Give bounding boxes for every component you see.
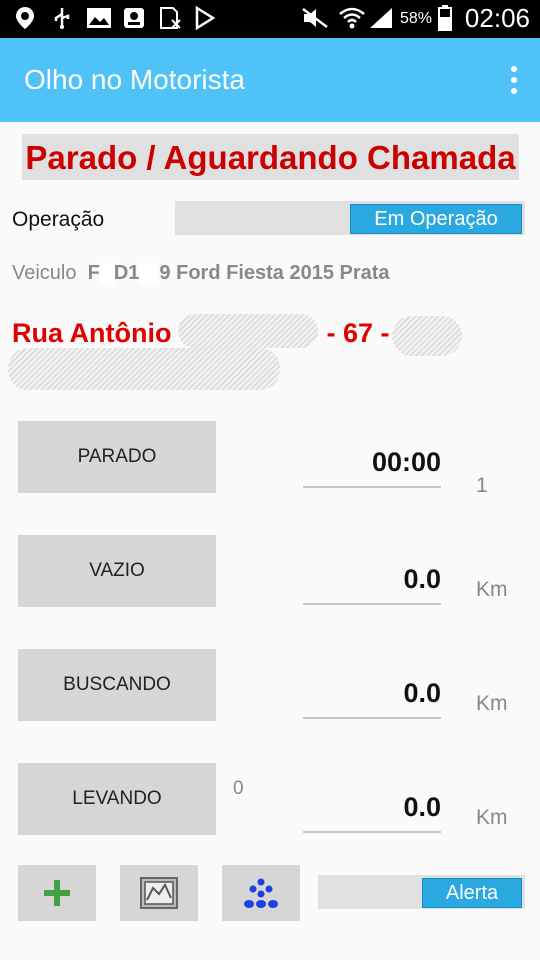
vehicle-label: Veiculo (12, 262, 77, 284)
status-title: Parado / Aguardando Chamada (22, 134, 519, 180)
notification-app-icon (122, 6, 146, 30)
gallery-icon (86, 6, 112, 30)
alert-toggle-thumb: Alerta (422, 878, 522, 908)
vazio-unit: Km (476, 578, 508, 601)
levando-unit: Km (476, 806, 508, 829)
buscando-distance: 0.0 (303, 669, 441, 719)
vazio-button[interactable]: VAZIO (18, 535, 216, 607)
battery-percent: 58% (400, 10, 433, 27)
plus-icon (44, 880, 70, 906)
redaction (139, 262, 160, 285)
levando-distance: 0.0 (303, 783, 441, 833)
clock: 02:06 (464, 3, 530, 33)
levando-count: 0 (233, 778, 244, 799)
mute-icon (300, 6, 330, 30)
plate-part-2: D1 (113, 262, 140, 284)
redaction-scribble (8, 348, 280, 390)
sim-icon (158, 6, 182, 30)
redaction (99, 262, 114, 285)
battery-icon (438, 5, 452, 31)
operation-toggle[interactable]: Em Operação (175, 201, 525, 235)
people-icon (244, 878, 278, 908)
vazio-distance: 0.0 (303, 555, 441, 605)
location-icon (14, 6, 36, 30)
status-bar: 58% 02:06 (0, 0, 540, 38)
usb-icon (50, 6, 74, 30)
overflow-menu-icon[interactable] (508, 66, 520, 96)
redaction-scribble (392, 316, 462, 356)
play-store-icon (194, 6, 216, 30)
parado-button[interactable]: PARADO (18, 421, 216, 493)
plate-part-1: F (87, 262, 100, 284)
vehicle-info: Veiculo F D1 9 Ford Fiesta 2015 Prata (12, 262, 390, 285)
operation-label: Operação (12, 208, 105, 231)
operation-toggle-thumb: Em Operação (350, 204, 522, 234)
people-button[interactable] (222, 865, 300, 921)
buscando-button[interactable]: BUSCANDO (18, 649, 216, 721)
levando-button[interactable]: LEVANDO (18, 763, 216, 835)
buscando-unit: Km (476, 692, 508, 715)
address-street: Rua Antônio (12, 318, 172, 348)
parado-count: 1 (476, 474, 488, 497)
redaction-scribble (178, 314, 318, 348)
map-icon (140, 877, 178, 909)
parado-timer: 00:00 (303, 438, 441, 488)
app-title: Olho no Motorista (24, 64, 245, 95)
address-number: - 67 - (326, 318, 390, 348)
vehicle-model: Ford Fiesta 2015 Prata (176, 262, 390, 284)
signal-icon (368, 6, 394, 30)
alert-toggle[interactable]: Alerta (318, 875, 525, 909)
map-button[interactable] (120, 865, 198, 921)
app-bar: Olho no Motorista (0, 38, 540, 122)
wifi-icon (338, 6, 366, 30)
plate-part-3: 9 (159, 262, 171, 284)
add-button[interactable] (18, 865, 96, 921)
